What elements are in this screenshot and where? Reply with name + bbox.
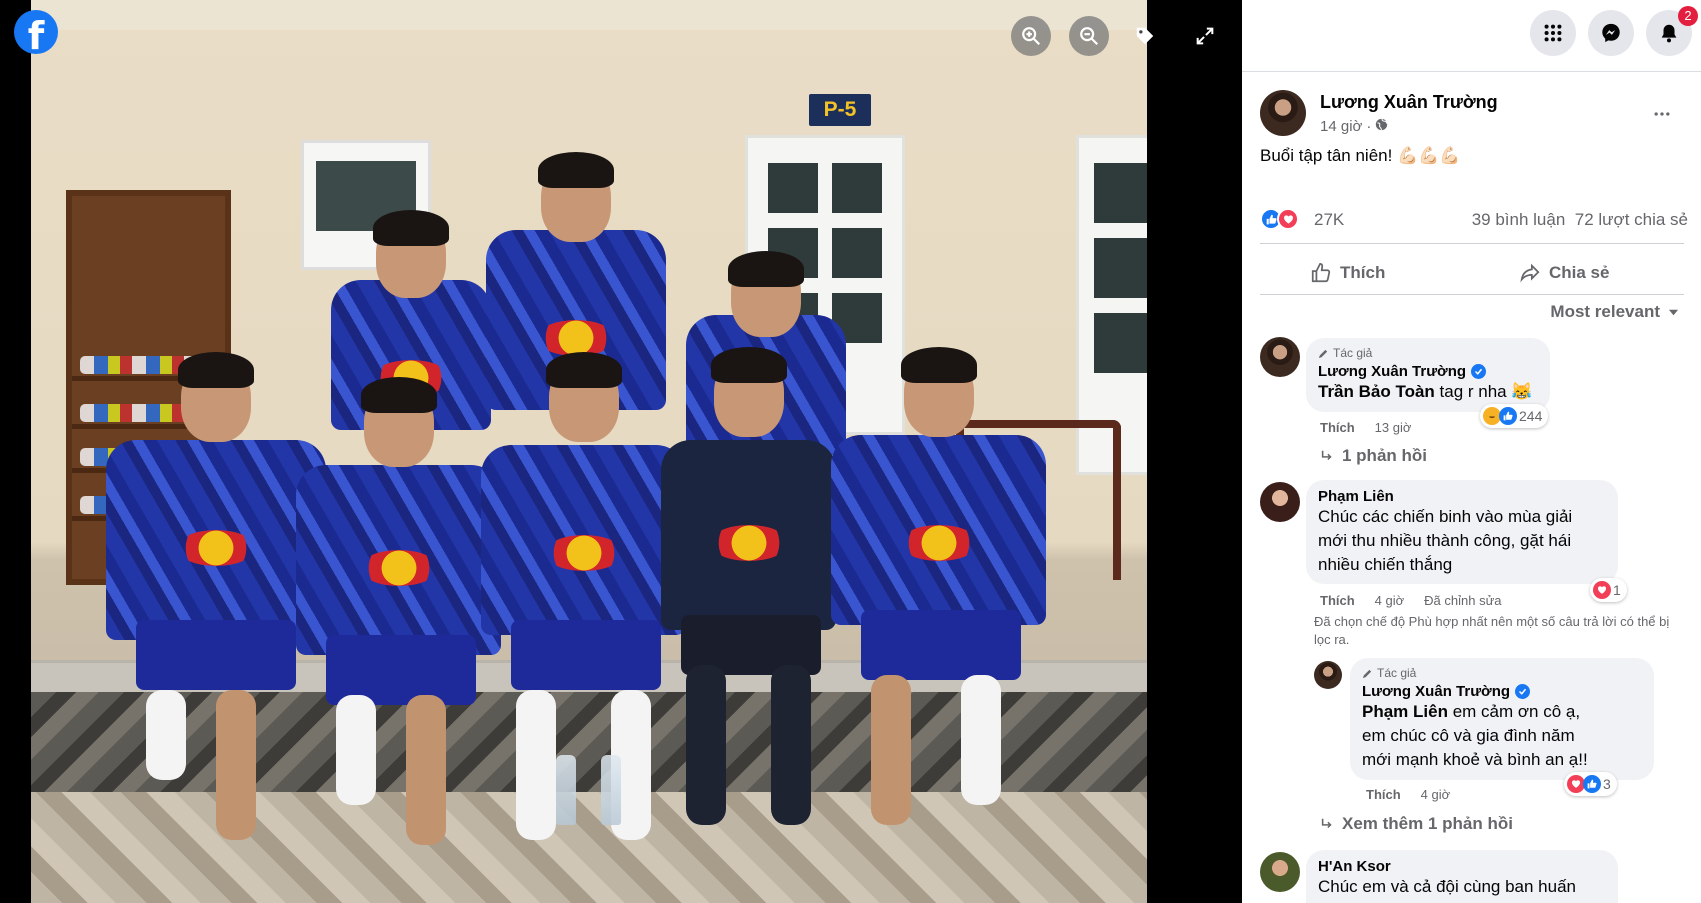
- reply-like-button[interactable]: Thích: [1366, 787, 1401, 802]
- photo-player: [106, 350, 326, 870]
- divider: [1260, 294, 1684, 295]
- reply-reactions[interactable]: 3: [1564, 772, 1617, 796]
- photo-water-bottle: [601, 755, 621, 825]
- like-label: Thích: [1340, 263, 1386, 282]
- photo-player: [481, 350, 686, 870]
- shares-count[interactable]: 72 lượt chia sẻ: [1575, 210, 1688, 229]
- like-reaction-icon: [1499, 407, 1517, 425]
- menu-grid-icon[interactable]: [1530, 10, 1576, 56]
- photo-player: [661, 345, 836, 865]
- love-reaction-icon: [1593, 581, 1611, 599]
- divider: [1260, 243, 1684, 244]
- reply-bubble: Tác giả Lương Xuân Trường Phạm Liên em c…: [1350, 658, 1654, 780]
- comment-avatar[interactable]: [1260, 482, 1300, 522]
- comment-bubble: Tác giả Lương Xuân Trường Trần Bảo Toàn …: [1306, 338, 1550, 412]
- view-more-replies-link[interactable]: Xem thêm 1 phản hồi: [1320, 814, 1513, 834]
- reply-avatar[interactable]: [1314, 661, 1342, 689]
- reply-text: Phạm Liên em cảm ơn cô ạ, em chúc cô và …: [1362, 702, 1588, 769]
- reply-arrow-icon: [1321, 818, 1332, 829]
- reply-time[interactable]: 4 giờ: [1421, 787, 1451, 802]
- post-header: Lương Xuân Trường 14 giờ ·: [1260, 90, 1680, 140]
- fullscreen-icon[interactable]: [1185, 16, 1225, 56]
- post-sidebar: 2 Lương Xuân Trường 14 giờ · Buổi tập tâ…: [1242, 0, 1701, 903]
- notifications-icon[interactable]: 2: [1646, 6, 1698, 56]
- comment-author[interactable]: Phạm Liên: [1318, 488, 1606, 505]
- chevron-down-icon: [1668, 309, 1679, 315]
- messenger-icon[interactable]: [1588, 10, 1634, 56]
- notification-badge: 2: [1678, 6, 1698, 26]
- comment-actions: Thích 13 giờ: [1320, 420, 1411, 435]
- comments-count[interactable]: 39 bình luận: [1472, 210, 1566, 229]
- comment-text: Chúc các chiến binh vào mùa giải mới thu…: [1318, 507, 1573, 574]
- photo-wall: [31, 0, 1147, 30]
- comment-reactions[interactable]: 1: [1590, 578, 1627, 602]
- comment-text: Chúc em và cả đội cùng ban huấn: [1318, 877, 1577, 896]
- comments-shares-count: 39 bình luận 72 lượt chia sẻ: [1472, 210, 1688, 230]
- mention-link[interactable]: Trần Bảo Toàn: [1318, 382, 1435, 401]
- comment-like-button[interactable]: Thích: [1320, 420, 1355, 435]
- share-button[interactable]: Chia sẻ: [1519, 254, 1609, 292]
- reaction-summary[interactable]: 27K 39 bình luận 72 lượt chia sẻ: [1260, 208, 1688, 234]
- like-reaction-icon: [1583, 775, 1601, 793]
- photo-water-bottle: [556, 755, 576, 825]
- more-options-icon[interactable]: [1644, 96, 1680, 132]
- reply-author[interactable]: Lương Xuân Trường: [1362, 683, 1642, 700]
- reaction-icons: [1260, 208, 1299, 230]
- tag-icon[interactable]: [1125, 16, 1165, 56]
- comment-bubble: H'An Ksor Chúc em và cả đội cùng ban huấ…: [1306, 850, 1618, 903]
- comment-time[interactable]: 4 giờ: [1375, 593, 1405, 608]
- reply-actions: Thích 4 giờ: [1366, 787, 1450, 802]
- view-replies-link[interactable]: 1 phản hồi: [1320, 446, 1427, 466]
- love-reaction-icon: [1277, 208, 1299, 230]
- zoom-out-icon[interactable]: [1069, 16, 1109, 56]
- comment-actions: Thích 4 giờ Đã chỉnh sửa: [1320, 593, 1502, 608]
- verified-badge-icon: [1515, 684, 1531, 699]
- photo-viewer: P-5 f: [0, 0, 1242, 903]
- top-bar: 2: [1242, 0, 1701, 72]
- post-photo[interactable]: P-5: [31, 0, 1147, 903]
- post-caption: Buổi tập tân niên! 💪🏻💪🏻💪🏻: [1260, 146, 1461, 165]
- like-button[interactable]: Thích: [1310, 254, 1385, 292]
- edited-label: Đã chỉnh sửa: [1424, 593, 1502, 608]
- mention-link[interactable]: Phạm Liên: [1362, 702, 1448, 721]
- comment-sort-dropdown[interactable]: Most relevant: [1550, 302, 1679, 322]
- sort-label: Most relevant: [1550, 302, 1660, 321]
- comment-time[interactable]: 13 giờ: [1375, 420, 1412, 435]
- pencil-icon: [1318, 349, 1328, 358]
- pencil-icon: [1362, 669, 1372, 678]
- facebook-logo-icon[interactable]: f: [14, 10, 58, 54]
- comment-reactions[interactable]: 244: [1480, 404, 1549, 428]
- door-sign: P-5: [809, 94, 871, 126]
- reaction-count[interactable]: 27K: [1314, 210, 1344, 230]
- author-avatar[interactable]: [1260, 90, 1306, 136]
- post-time[interactable]: 14 giờ: [1320, 118, 1362, 135]
- photo-player: [831, 345, 1046, 865]
- zoom-in-icon[interactable]: [1011, 16, 1051, 56]
- share-label: Chia sẻ: [1549, 263, 1610, 282]
- comment-avatar[interactable]: [1260, 852, 1300, 892]
- post-meta: 14 giờ ·: [1320, 118, 1388, 135]
- public-globe-icon: [1375, 118, 1388, 135]
- comment-avatar[interactable]: [1260, 337, 1300, 377]
- author-name[interactable]: Lương Xuân Trường: [1320, 92, 1498, 113]
- photo-player: [296, 375, 501, 875]
- verified-badge-icon: [1471, 364, 1487, 379]
- comment-author[interactable]: H'An Ksor: [1318, 858, 1606, 875]
- author-badge: Tác giả: [1318, 346, 1538, 360]
- comment-like-button[interactable]: Thích: [1320, 593, 1355, 608]
- author-badge: Tác giả: [1362, 666, 1642, 680]
- comment-bubble: Phạm Liên Chúc các chiến binh vào mùa gi…: [1306, 480, 1618, 584]
- reply-arrow-icon: [1321, 450, 1332, 461]
- comment-text: Trần Bảo Toàn tag r nha 😹: [1318, 382, 1533, 401]
- meta-separator: ·: [1366, 118, 1372, 135]
- filter-note: Đã chọn chế độ Phù hợp nhất nên một số c…: [1314, 614, 1670, 647]
- comment-author[interactable]: Lương Xuân Trường: [1318, 363, 1538, 380]
